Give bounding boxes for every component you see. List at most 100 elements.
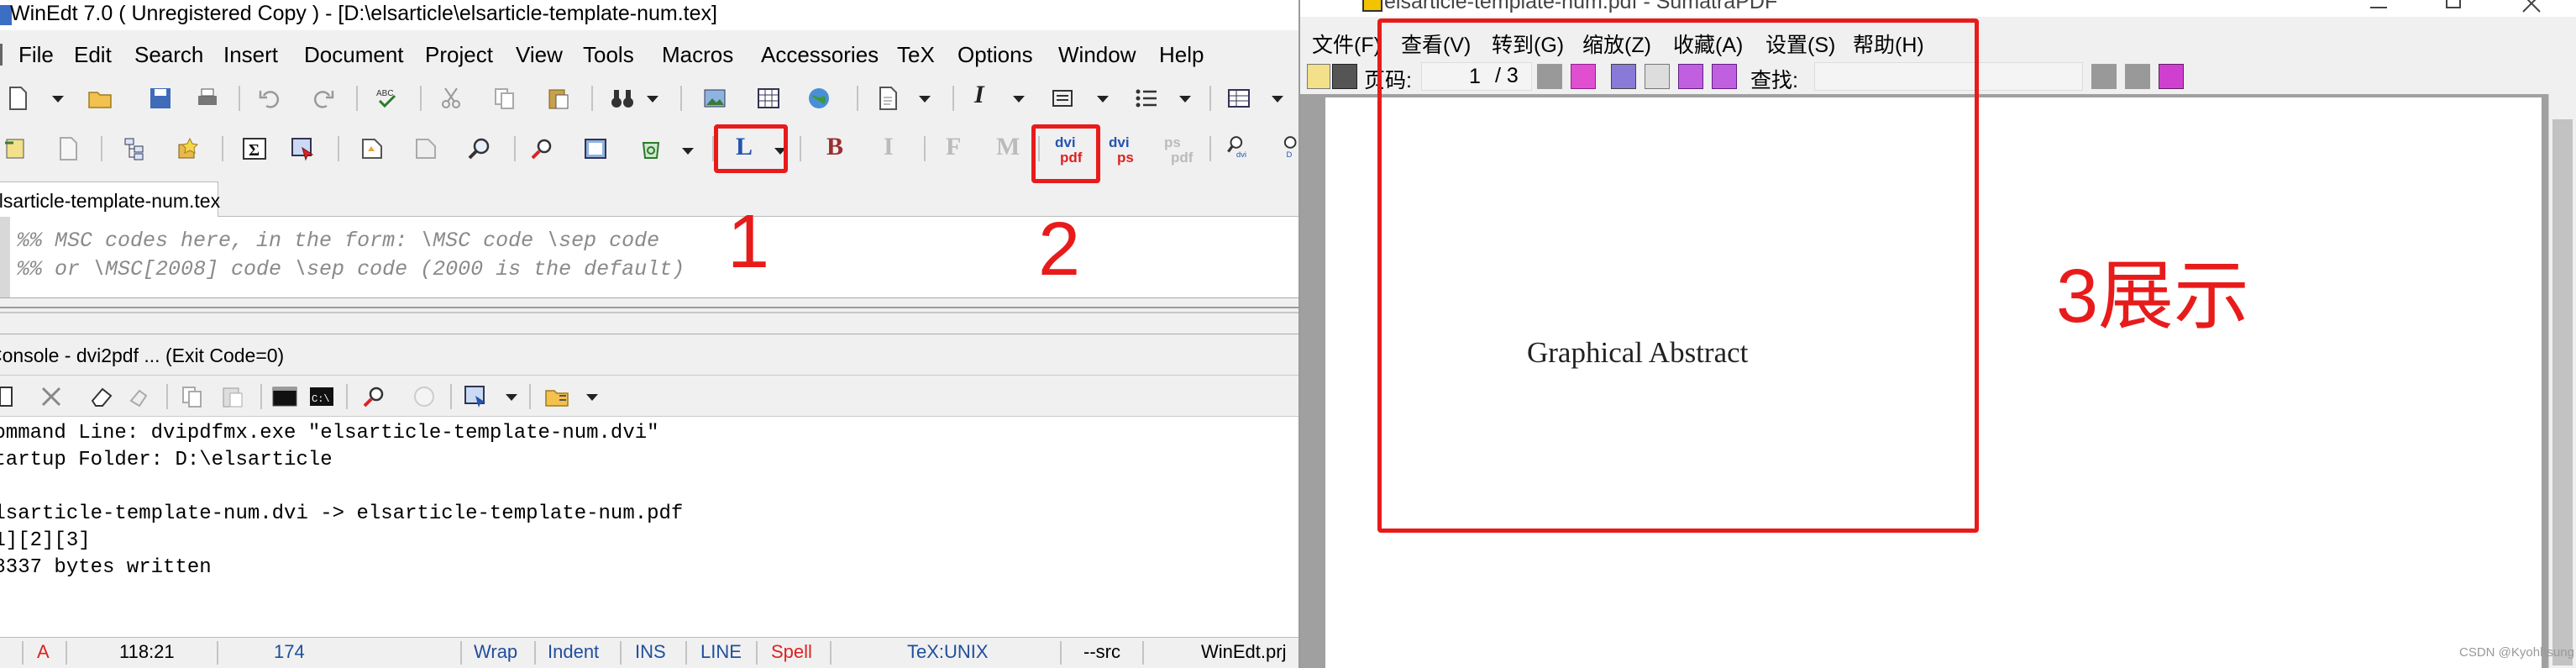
chevron-down-icon[interactable] [919, 96, 931, 103]
metapost-button[interactable]: M [996, 133, 1020, 161]
editor-area[interactable]: %% MSC codes here, in the form: \MSC cod… [0, 217, 1300, 297]
pane-splitter[interactable] [0, 297, 1300, 334]
menu-view[interactable]: View [516, 42, 563, 68]
menu-tex[interactable]: TeX [897, 42, 935, 68]
command-prompt-icon[interactable]: C:\ [309, 384, 334, 409]
bibtex-button[interactable]: B [826, 133, 843, 161]
status-project[interactable]: WinEdt.prj [1201, 638, 1286, 666]
window-arrow-icon[interactable] [291, 136, 316, 161]
status-indent[interactable]: Indent [548, 638, 599, 666]
toolbar-separator [356, 86, 358, 111]
menu-document[interactable]: Document [304, 42, 404, 68]
paragraph-icon[interactable] [1050, 86, 1075, 111]
status-wrap[interactable]: Wrap [474, 638, 517, 666]
status-src[interactable]: --src [1083, 638, 1120, 666]
menu-project[interactable]: Project [425, 42, 493, 68]
window-arrow-icon[interactable] [464, 384, 489, 409]
gray-document-icon[interactable] [413, 136, 438, 161]
new-file-icon[interactable] [5, 86, 30, 111]
cut-icon[interactable] [438, 86, 464, 111]
project-tree-icon[interactable] [176, 136, 202, 161]
recycle-icon[interactable] [638, 136, 664, 161]
chevron-down-icon[interactable] [1097, 96, 1109, 103]
paste-icon[interactable] [546, 86, 571, 111]
insert-symbol-icon[interactable] [359, 136, 385, 161]
chevron-down-icon[interactable] [1272, 96, 1283, 103]
erase-icon[interactable] [89, 384, 114, 409]
tab-elsarticle-template[interactable]: elsarticle-template-num.tex [0, 181, 220, 217]
open-file-icon[interactable] [1307, 64, 1330, 89]
vertical-scrollbar[interactable] [2548, 94, 2576, 668]
blank-document-icon[interactable] [55, 136, 81, 161]
menu-macros[interactable]: Macros [662, 42, 733, 68]
document-icon[interactable] [875, 86, 900, 111]
status-spell[interactable]: Spell [771, 638, 812, 666]
magnifier-icon[interactable] [467, 136, 492, 161]
paste-icon[interactable] [220, 384, 245, 409]
stop-circle-icon[interactable] [412, 384, 437, 409]
maximize-icon[interactable] [2446, 0, 2461, 8]
image-icon[interactable] [702, 86, 727, 111]
menu-help[interactable]: Help [1159, 42, 1204, 68]
find-prev-icon[interactable] [2091, 64, 2117, 89]
chevron-down-icon[interactable] [586, 394, 598, 401]
console-output[interactable]: Command Line: dvipdfmx.exe "elsarticle-t… [0, 417, 1300, 637]
save-icon[interactable] [148, 86, 173, 111]
folder-options-icon[interactable] [544, 384, 569, 409]
chevron-down-icon[interactable] [647, 96, 658, 103]
console-panel-icon[interactable] [0, 384, 25, 409]
template-icon[interactable] [3, 136, 29, 161]
chevron-down-icon[interactable] [52, 96, 64, 103]
tree-icon[interactable] [123, 136, 148, 161]
menu-search[interactable]: Search [134, 42, 203, 68]
menu-file[interactable]: File [18, 42, 54, 68]
table-icon[interactable] [756, 86, 781, 111]
status-line-mode[interactable]: LINE [700, 638, 742, 666]
clear-icon[interactable] [126, 384, 151, 409]
menu-tools[interactable]: Tools [583, 42, 634, 68]
copy-icon[interactable] [492, 86, 517, 111]
chevron-down-icon[interactable] [1179, 96, 1191, 103]
copy-icon[interactable] [180, 384, 205, 409]
terminal-icon[interactable] [272, 384, 297, 409]
chevron-down-icon[interactable] [1013, 96, 1025, 103]
close-icon[interactable] [39, 384, 64, 409]
index-button[interactable]: I [884, 133, 894, 161]
menu-options[interactable]: Options [957, 42, 1033, 68]
dvi-preview-icon[interactable]: dvi [1226, 134, 1257, 166]
ps2pdf-button[interactable]: ps pdf [1161, 133, 1196, 170]
italic-icon[interactable]: I [974, 81, 984, 109]
search-color-icon[interactable] [361, 384, 386, 409]
undo-icon[interactable] [257, 86, 282, 111]
scrollbar-thumb[interactable] [2552, 119, 2573, 665]
status-file-mode[interactable]: TeX:UNIX [907, 638, 989, 666]
grid-table-icon[interactable] [1226, 86, 1251, 111]
menu-insert[interactable]: Insert [223, 42, 278, 68]
search-color-icon[interactable] [529, 136, 554, 161]
match-case-icon[interactable] [2159, 64, 2184, 89]
menu-edit[interactable]: Edit [74, 42, 112, 68]
open-folder-icon[interactable] [87, 86, 113, 111]
globe-icon[interactable] [806, 86, 832, 111]
chevron-down-icon[interactable] [506, 394, 517, 401]
print-icon[interactable] [195, 86, 220, 111]
close-icon[interactable] [2521, 0, 2542, 13]
redo-icon[interactable] [311, 86, 336, 111]
dvi-search-icon[interactable]: D [1278, 134, 1300, 166]
frame-icon[interactable] [583, 136, 608, 161]
find-next-icon[interactable] [2125, 64, 2150, 89]
dvi2ps-button[interactable]: dvi ps [1107, 133, 1142, 170]
print-icon[interactable] [1332, 64, 1357, 89]
sigma-math-icon[interactable]: Σ [242, 136, 267, 161]
status-ins[interactable]: INS [635, 638, 666, 666]
status-mode-a[interactable]: A [37, 638, 50, 666]
chevron-down-icon[interactable] [682, 148, 694, 155]
list-icon[interactable] [1134, 86, 1159, 111]
menu-accessories[interactable]: Accessories [761, 42, 879, 68]
menu-window[interactable]: Window [1058, 42, 1136, 68]
sumatra-menu-file[interactable]: 文件(F) [1312, 29, 1381, 59]
find-binoculars-icon[interactable] [610, 86, 635, 111]
minimize-icon[interactable] [2370, 7, 2387, 8]
spell-check-icon[interactable]: ABC [375, 86, 400, 111]
format-button[interactable]: F [946, 133, 961, 161]
